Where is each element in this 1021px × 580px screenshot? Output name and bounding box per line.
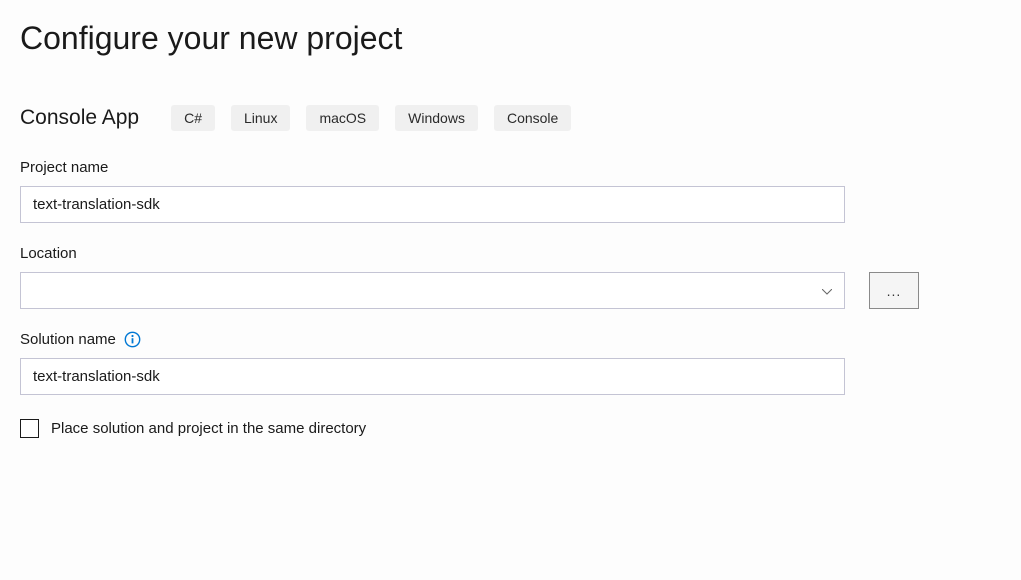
project-name-input[interactable] [20,186,845,223]
same-directory-row: Place solution and project in the same d… [20,419,1001,438]
same-directory-label: Place solution and project in the same d… [51,420,366,437]
same-directory-checkbox[interactable] [20,419,39,438]
tag-csharp: C# [171,105,215,131]
browse-button[interactable]: ... [869,272,919,309]
project-name-label: Project name [20,159,1001,176]
tag-linux: Linux [231,105,290,131]
template-row: Console App C# Linux macOS Windows Conso… [20,105,1001,131]
tag-console: Console [494,105,571,131]
solution-name-label: Solution name [20,331,116,348]
page-title: Configure your new project [20,20,1001,57]
location-label: Location [20,245,1001,262]
template-name: Console App [20,106,139,130]
location-group: Location ... [20,245,1001,309]
solution-name-input[interactable] [20,358,845,395]
solution-name-group: Solution name [20,331,1001,395]
info-icon[interactable] [124,331,141,348]
tag-windows: Windows [395,105,478,131]
project-name-group: Project name [20,159,1001,223]
chevron-down-icon [822,282,832,300]
location-select[interactable] [20,272,845,309]
tag-macos: macOS [306,105,379,131]
